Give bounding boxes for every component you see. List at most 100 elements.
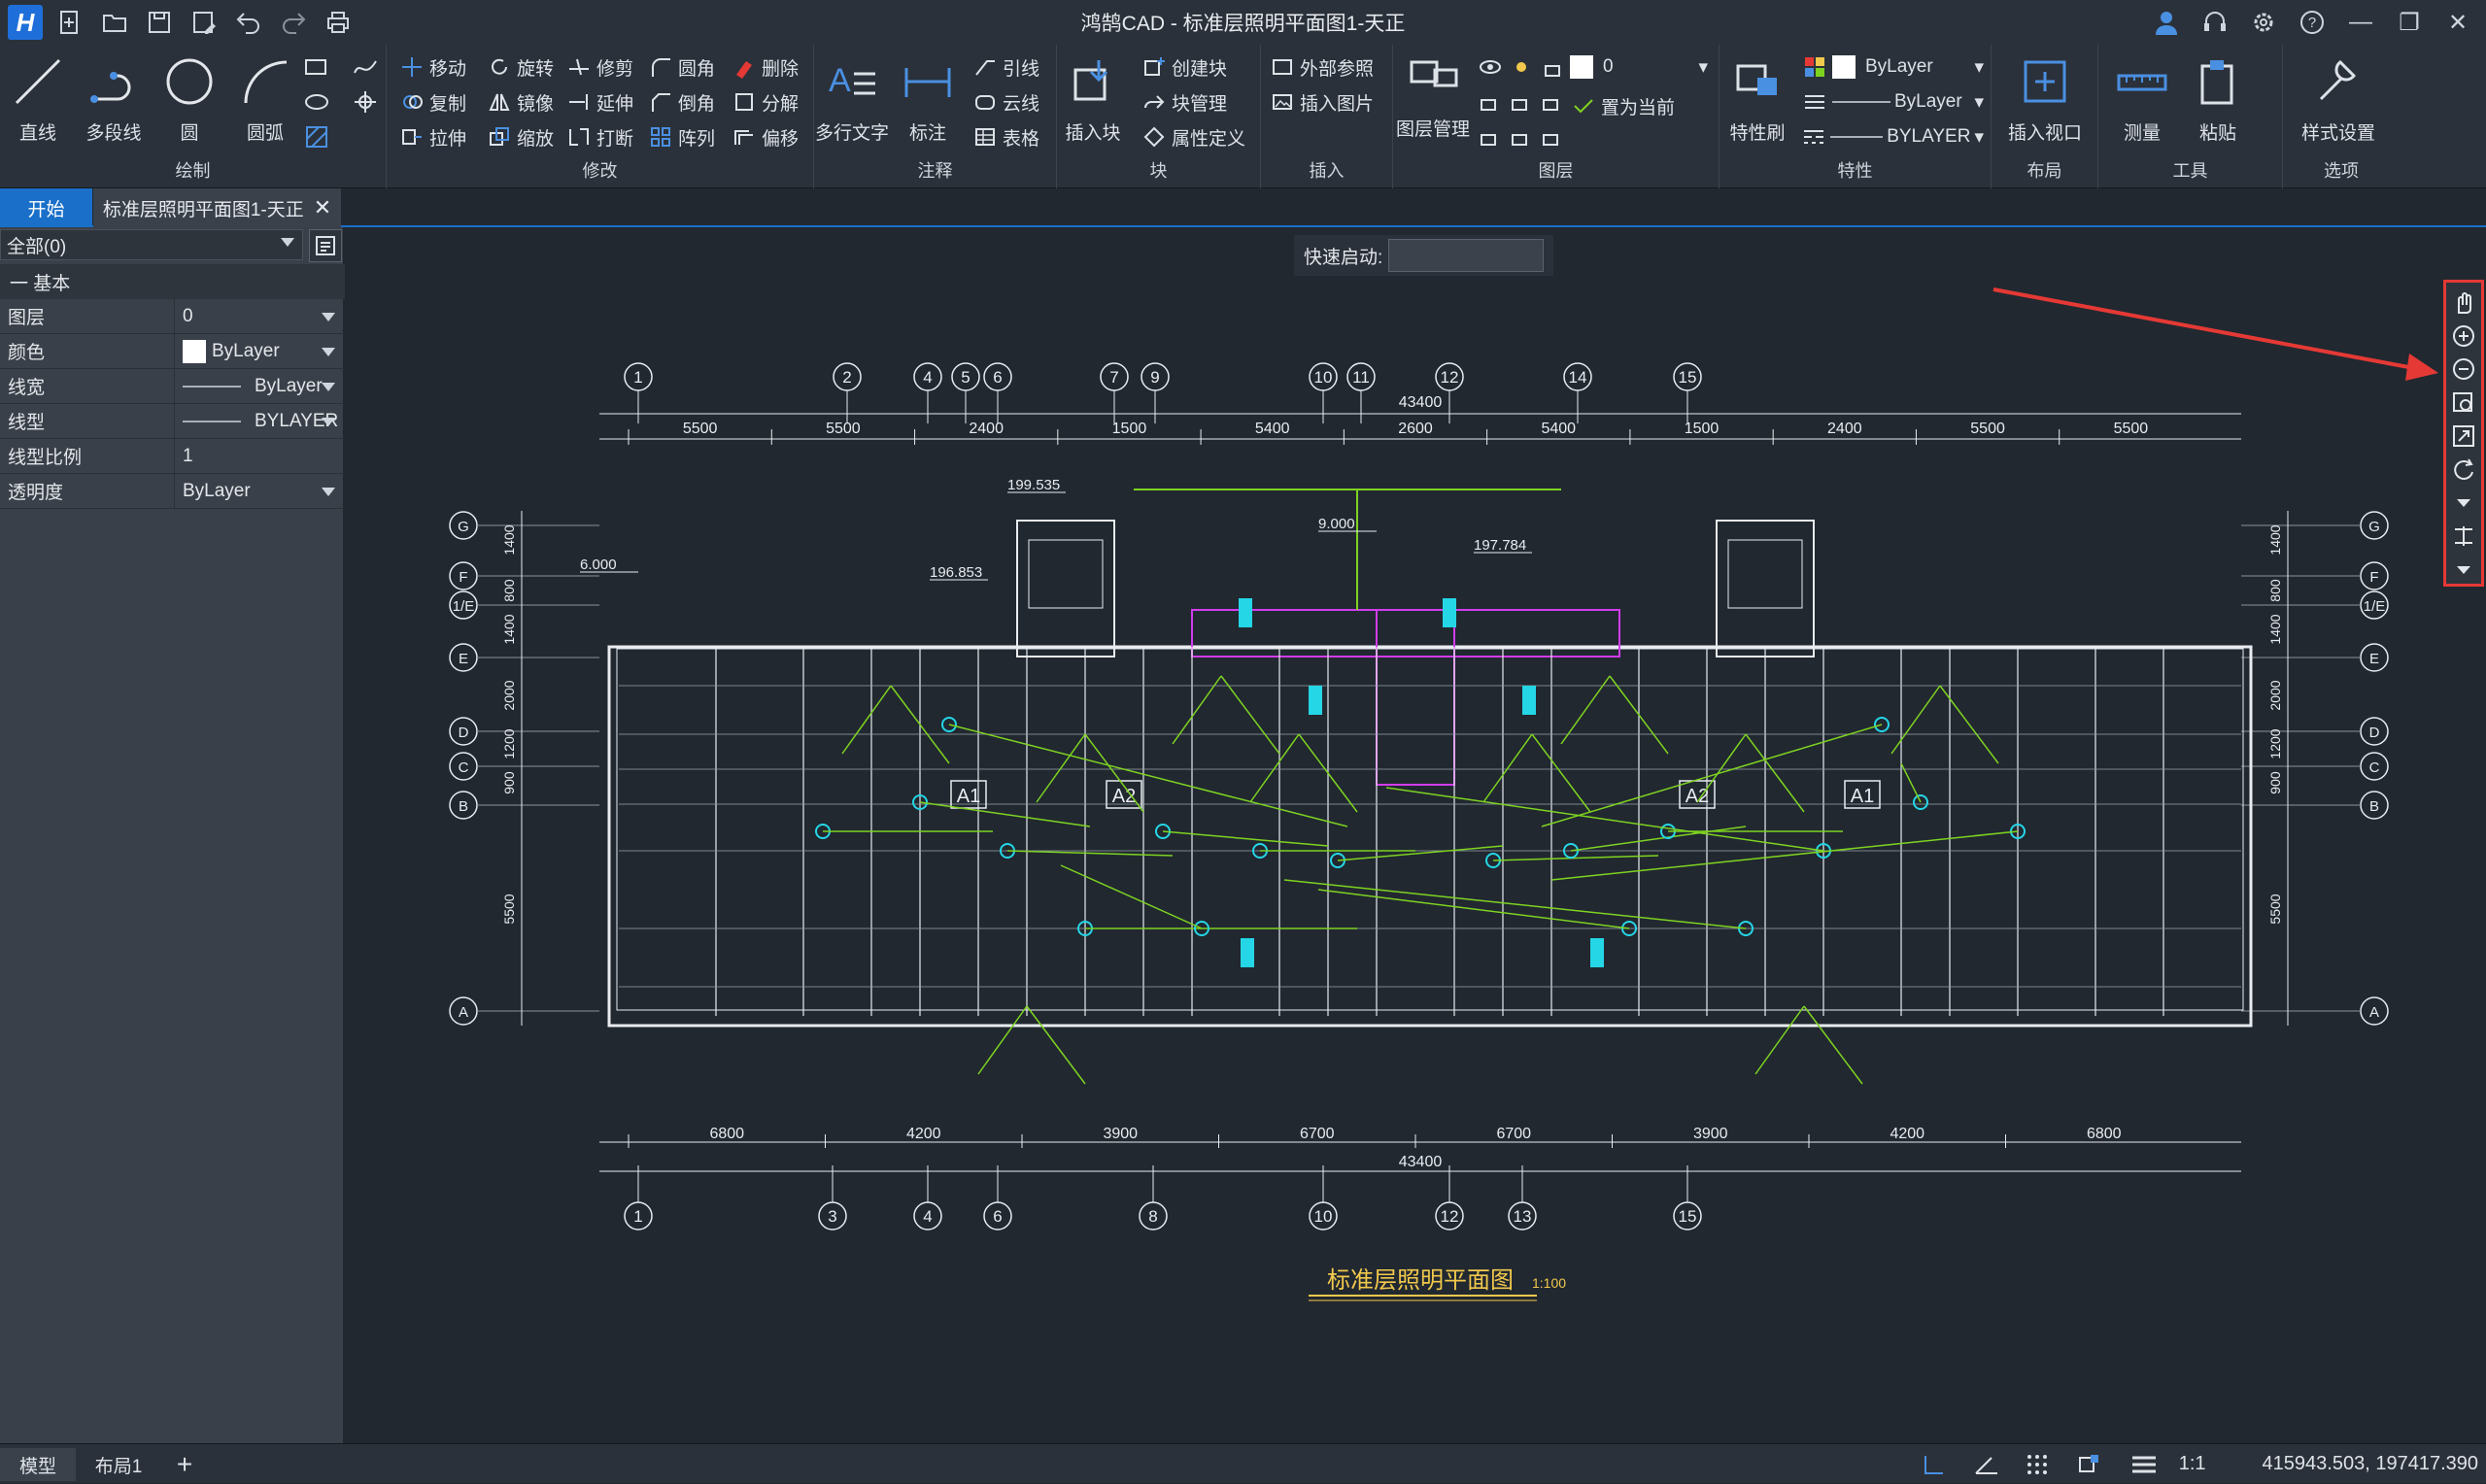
circle-button[interactable]: 圆 (153, 51, 225, 155)
new-icon[interactable] (52, 5, 87, 40)
pan-icon[interactable] (2448, 288, 2479, 316)
insert-viewport-button[interactable]: 插入视口 (2008, 51, 2082, 155)
chevron-down-icon[interactable] (322, 382, 335, 391)
property-row-layer[interactable]: 图层 0 (0, 298, 345, 334)
chevron-down-icon[interactable] (322, 312, 335, 321)
app-logo[interactable]: H (8, 5, 43, 40)
chevron-down-icon[interactable] (2448, 489, 2479, 517)
property-row-linetype-scale[interactable]: 线型比例 1 (0, 438, 345, 474)
ellipse-button[interactable] (303, 85, 330, 118)
group-label-modify[interactable]: 修改 (387, 157, 813, 183)
polyline-button[interactable]: 多段线 (78, 51, 150, 155)
fillet-button[interactable]: 圆角 (647, 51, 715, 84)
add-layout-button[interactable]: + (165, 1448, 204, 1481)
undo-icon[interactable] (231, 5, 266, 40)
help-icon[interactable]: ? (2294, 4, 2331, 41)
chevron-down-icon[interactable] (322, 347, 335, 356)
layer-manager-button[interactable]: 图层管理 (1396, 47, 1470, 152)
layer-dropdown[interactable]: 0 ▾ (1477, 51, 1708, 84)
snap-icon[interactable] (2074, 1450, 2109, 1479)
trim-button[interactable]: 修剪 (565, 51, 633, 84)
save-icon[interactable] (142, 5, 177, 40)
layer-tool-icon[interactable] (1477, 92, 1504, 119)
property-row-transparency[interactable]: 透明度 ByLayer (0, 473, 345, 509)
scale-button[interactable]: 缩放 (486, 120, 554, 153)
insert-block-button[interactable]: 插入块 (1057, 51, 1129, 155)
tab-document[interactable]: 标准层照明平面图1-天正 ✕ (93, 188, 341, 227)
break-button[interactable]: 打断 (565, 120, 633, 153)
create-block-button[interactable]: 创建块 (1141, 51, 1227, 84)
insert-image-button[interactable]: 插入图片 (1269, 85, 1374, 118)
rectangle-button[interactable] (303, 51, 330, 84)
copy-button[interactable]: 复制 (398, 85, 466, 118)
orbit-icon[interactable] (2448, 455, 2479, 483)
close-icon[interactable]: ✕ (314, 195, 331, 220)
color-dropdown[interactable]: ByLayer ▾ (1801, 51, 1984, 84)
stretch-button[interactable]: 拉伸 (398, 120, 466, 153)
save-as-icon[interactable] (187, 5, 221, 40)
rotate-button[interactable]: 旋转 (486, 51, 554, 84)
zoom-out-icon[interactable] (2448, 355, 2479, 383)
property-row-linetype[interactable]: 线型 BYLAYER (0, 403, 345, 439)
group-label-draw[interactable]: 绘制 (0, 157, 386, 183)
layer-tool-icon[interactable] (1539, 92, 1566, 119)
move-button[interactable]: 移动 (398, 51, 466, 84)
spline-button[interactable] (352, 51, 379, 84)
section-basic[interactable]: 一 基本 (0, 264, 345, 299)
chevron-down-icon[interactable] (322, 487, 335, 496)
layer-tool-icon[interactable] (1539, 127, 1566, 154)
block-manager-button[interactable]: 块管理 (1141, 85, 1227, 118)
property-row-lineweight[interactable]: 线宽 ByLayer (0, 368, 345, 404)
tab-layout1[interactable]: 布局1 (84, 1448, 153, 1481)
print-icon[interactable] (321, 5, 356, 40)
layer-tool-icon[interactable] (1508, 127, 1535, 154)
tab-model[interactable]: 模型 (0, 1448, 76, 1481)
group-label-block[interactable]: 块 (1057, 157, 1260, 183)
chevron-down-icon[interactable] (2448, 556, 2479, 584)
array-button[interactable]: 阵列 (647, 120, 715, 153)
annotation-scale[interactable]: 1:1 (2179, 1453, 2206, 1475)
extend-button[interactable]: 延伸 (565, 85, 633, 118)
selection-filter-dropdown[interactable]: 全部(0) (0, 229, 303, 260)
redo-icon[interactable] (276, 5, 311, 40)
grid-icon[interactable] (2022, 1450, 2057, 1479)
tab-start[interactable]: 开始 (0, 188, 92, 227)
zoom-in-icon[interactable] (2448, 321, 2479, 349)
attdef-button[interactable]: 属性定义 (1141, 120, 1245, 153)
menu-icon[interactable] (2127, 1450, 2162, 1479)
mirror-button[interactable]: 镜像 (486, 85, 554, 118)
layer-tool-icon[interactable] (1477, 127, 1504, 154)
offset-button[interactable]: 偏移 (731, 120, 799, 153)
style-settings-button[interactable]: 样式设置 (2301, 51, 2375, 155)
point-button[interactable] (352, 85, 379, 118)
zoom-window-icon[interactable] (2448, 388, 2479, 416)
linetype-dropdown[interactable]: ByLayer ▾ (1801, 85, 1984, 118)
mtext-button[interactable]: A 多行文字 (815, 51, 889, 155)
ortho-icon[interactable] (1917, 1450, 1952, 1479)
headset-icon[interactable] (2197, 4, 2233, 41)
minimize-button[interactable]: — (2342, 4, 2379, 41)
close-button[interactable]: ✕ (2439, 4, 2476, 41)
table-button[interactable]: 表格 (971, 120, 1039, 153)
arc-button[interactable]: 圆弧 (229, 51, 301, 155)
hatch-button[interactable] (303, 120, 330, 153)
layer-tool-icon[interactable] (1508, 92, 1535, 119)
zoom-extents-icon[interactable] (2448, 422, 2479, 450)
erase-button[interactable]: 删除 (731, 51, 799, 84)
leader-button[interactable]: 引线 (971, 51, 1039, 84)
lineweight-dropdown[interactable]: BYLAYER ▾ (1801, 120, 1984, 153)
xref-button[interactable]: 外部参照 (1269, 51, 1374, 84)
match-properties-button[interactable]: 特性刷 (1721, 51, 1793, 155)
restore-button[interactable]: ❐ (2391, 4, 2428, 41)
explode-button[interactable]: 分解 (731, 85, 799, 118)
user-icon[interactable] (2148, 4, 2185, 41)
quick-launch-input[interactable] (1388, 239, 1545, 272)
polar-icon[interactable] (1969, 1450, 2004, 1479)
dimension-button[interactable]: 标注 (892, 51, 964, 155)
set-current-button[interactable]: 置为当前 (1601, 93, 1675, 119)
settings-icon[interactable] (2245, 4, 2282, 41)
chamfer-button[interactable]: 倒角 (647, 85, 715, 118)
measure-button[interactable]: 测量 (2106, 51, 2178, 155)
property-row-color[interactable]: 颜色 ByLayer (0, 333, 345, 369)
open-icon[interactable] (97, 5, 132, 40)
